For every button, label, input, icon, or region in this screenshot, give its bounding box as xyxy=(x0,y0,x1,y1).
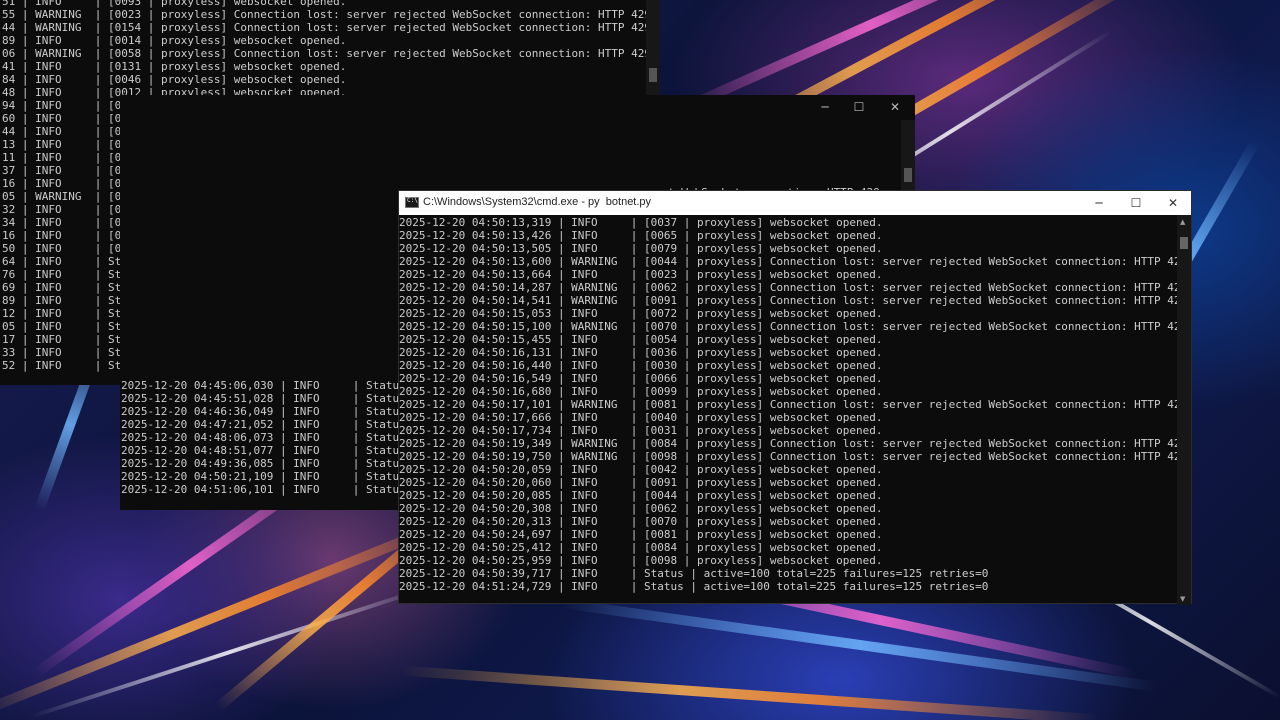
terminal-line: 55 | WARNING | [0023 | proxyless] Connec… xyxy=(2,8,646,21)
terminal-line: 2025-12-20 04:50:19,750 | WARNING | [009… xyxy=(399,450,1177,463)
terminal-line: 2025-12-20 04:50:15,053 | INFO | [0072 |… xyxy=(399,307,883,320)
terminal-line: 2025-12-20 04:48:51,077 | INFO | Status xyxy=(121,444,401,457)
wallpaper-light-trail xyxy=(400,665,1100,720)
scroll-up-arrow-icon[interactable]: ▲ xyxy=(1180,218,1185,226)
terminal-window-front[interactable]: C:\Windows\System32\cmd.exe - py botnet.… xyxy=(398,190,1192,605)
terminal-line: 2025-12-20 04:50:13,505 | INFO | [0079 |… xyxy=(399,242,883,255)
terminal-line: 2025-12-20 04:50:13,600 | WARNING | [004… xyxy=(399,255,1177,268)
terminal-line: 2025-12-20 04:50:16,549 | INFO | [0066 |… xyxy=(399,372,883,385)
cmd-icon[interactable] xyxy=(405,197,419,208)
terminal-line: 44 | WARNING | [0154 | proxyless] Connec… xyxy=(2,21,646,34)
minimize-button[interactable]: ─ xyxy=(806,95,844,119)
scrollbar-thumb[interactable] xyxy=(904,168,912,182)
terminal-line: 2025-12-20 04:45:06,030 | INFO | Status xyxy=(121,379,401,392)
terminal-line: 2025-12-20 04:50:20,313 | INFO | [0070 |… xyxy=(399,515,883,528)
terminal-line: 2025-12-20 04:51:06,101 | INFO | Status xyxy=(121,483,401,496)
terminal-line: 2025-12-20 04:50:20,308 | INFO | [0062 |… xyxy=(399,502,883,515)
terminal-line: 2025-12-20 04:48:06,073 | INFO | Status xyxy=(121,431,401,444)
close-button[interactable]: ✕ xyxy=(876,95,914,119)
scrollbar-thumb[interactable] xyxy=(649,68,657,82)
terminal-line: 2025-12-20 04:50:13,426 | INFO | [0065 |… xyxy=(399,229,883,242)
scrollbar[interactable]: ▲ ▼ xyxy=(1177,215,1191,605)
terminal-output: 2025-12-20 04:45:06,030 | INFO | Status 2… xyxy=(121,379,401,509)
terminal-output: 2025-12-20 04:50:13,319 | INFO | [0037 |… xyxy=(399,216,1177,604)
window-titlebar[interactable]: C:\Windows\System32\cmd.exe - py botnet.… xyxy=(399,191,1191,215)
terminal-line: 2025-12-20 04:50:20,085 | INFO | [0044 |… xyxy=(399,489,883,502)
terminal-line: 41 | INFO | [0131 | proxyless] websocket… xyxy=(2,60,347,73)
terminal-line: 2025-12-20 04:46:36,049 | INFO | Status xyxy=(121,405,401,418)
wallpaper-light-trail xyxy=(0,512,463,718)
terminal-line: 84 | INFO | [0046 | proxyless] websocket… xyxy=(2,73,347,86)
terminal-line: 2025-12-20 04:50:20,059 | INFO | [0042 |… xyxy=(399,463,883,476)
terminal-line: 2025-12-20 04:50:25,412 | INFO | [0084 |… xyxy=(399,541,883,554)
terminal-line: 2025-12-20 04:50:19,349 | WARNING | [008… xyxy=(399,437,1177,450)
maximize-button[interactable]: ☐ xyxy=(1117,191,1155,215)
window-title: C:\Windows\System32\cmd.exe - py botnet.… xyxy=(423,196,652,208)
terminal-line: 2025-12-20 04:50:17,666 | INFO | [0040 |… xyxy=(399,411,883,424)
terminal-line: 06 | WARNING | [0058 | proxyless] Connec… xyxy=(2,47,646,60)
terminal-line: 2025-12-20 04:51:24,729 | INFO | Status … xyxy=(399,580,989,593)
terminal-line: 89 | INFO | [0014 | proxyless] websocket… xyxy=(2,34,347,47)
terminal-line: 2025-12-20 04:50:20,060 | INFO | [0091 |… xyxy=(399,476,883,489)
terminal-line: 2025-12-20 04:50:14,541 | WARNING | [009… xyxy=(399,294,1177,307)
maximize-button[interactable]: ☐ xyxy=(840,95,878,119)
terminal-line: 2025-12-20 04:50:16,440 | INFO | [0030 |… xyxy=(399,359,883,372)
terminal-line: 2025-12-20 04:45:51,028 | INFO | Status xyxy=(121,392,401,405)
terminal-line: 2025-12-20 04:50:39,717 | INFO | Status … xyxy=(399,567,989,580)
scrollbar-thumb[interactable] xyxy=(1180,237,1188,249)
terminal-line: 2025-12-20 04:50:15,455 | INFO | [0054 |… xyxy=(399,333,883,346)
terminal-line: 2025-12-20 04:50:13,319 | INFO | [0037 |… xyxy=(399,216,883,229)
terminal-line: 2025-12-20 04:47:21,052 | INFO | Status xyxy=(121,418,401,431)
close-button[interactable]: ✕ xyxy=(1154,191,1192,215)
terminal-line: 2025-12-20 04:50:17,101 | WARNING | [008… xyxy=(399,398,1177,411)
terminal-line: 2025-12-20 04:50:15,100 | WARNING | [007… xyxy=(399,320,1177,333)
terminal-line: 2025-12-20 04:49:36,085 | INFO | Status xyxy=(121,457,401,470)
minimize-button[interactable]: ─ xyxy=(1080,191,1118,215)
terminal-line: 2025-12-20 04:50:16,131 | INFO | [0036 |… xyxy=(399,346,883,359)
terminal-line: 2025-12-20 04:50:14,287 | WARNING | [006… xyxy=(399,281,1177,294)
terminal-line: 2025-12-20 04:50:16,680 | INFO | [0099 |… xyxy=(399,385,883,398)
terminal-line: 2025-12-20 04:50:25,959 | INFO | [0098 |… xyxy=(399,554,883,567)
terminal-line: 2025-12-20 04:50:13,664 | INFO | [0023 |… xyxy=(399,268,883,281)
terminal-line: 2025-12-20 04:50:17,734 | INFO | [0031 |… xyxy=(399,424,883,437)
terminal-line: 2025-12-20 04:50:24,697 | INFO | [0081 |… xyxy=(399,528,883,541)
scroll-down-arrow-icon[interactable]: ▼ xyxy=(1180,595,1185,603)
terminal-line: 2025-12-20 04:50:21,109 | INFO | Status xyxy=(121,470,401,483)
window-titlebar[interactable]: ─ ☐ ✕ xyxy=(660,95,915,120)
terminal-line: 51 | INFO | [0093 | proxyless] websocket… xyxy=(2,0,347,8)
